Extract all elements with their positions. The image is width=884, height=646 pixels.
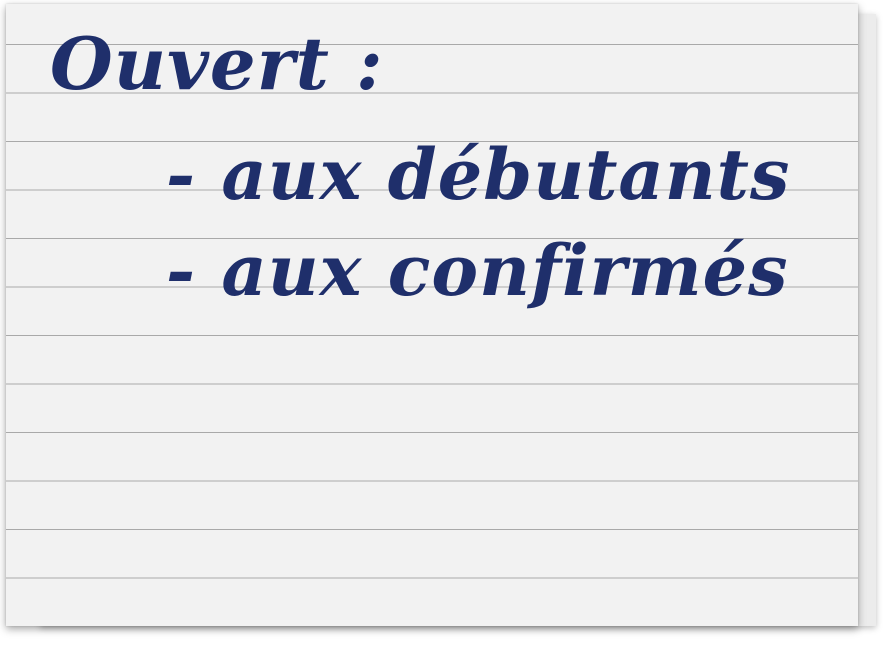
note-illustration: Ouvert : - aux débutants - aux confirmés xyxy=(0,0,884,646)
note-item-beginners: - aux débutants xyxy=(166,133,791,216)
note-item-experienced: - aux confirmés xyxy=(166,229,789,312)
lined-paper-card: Ouvert : - aux débutants - aux confirmés xyxy=(6,4,858,626)
note-title: Ouvert : xyxy=(50,21,384,106)
